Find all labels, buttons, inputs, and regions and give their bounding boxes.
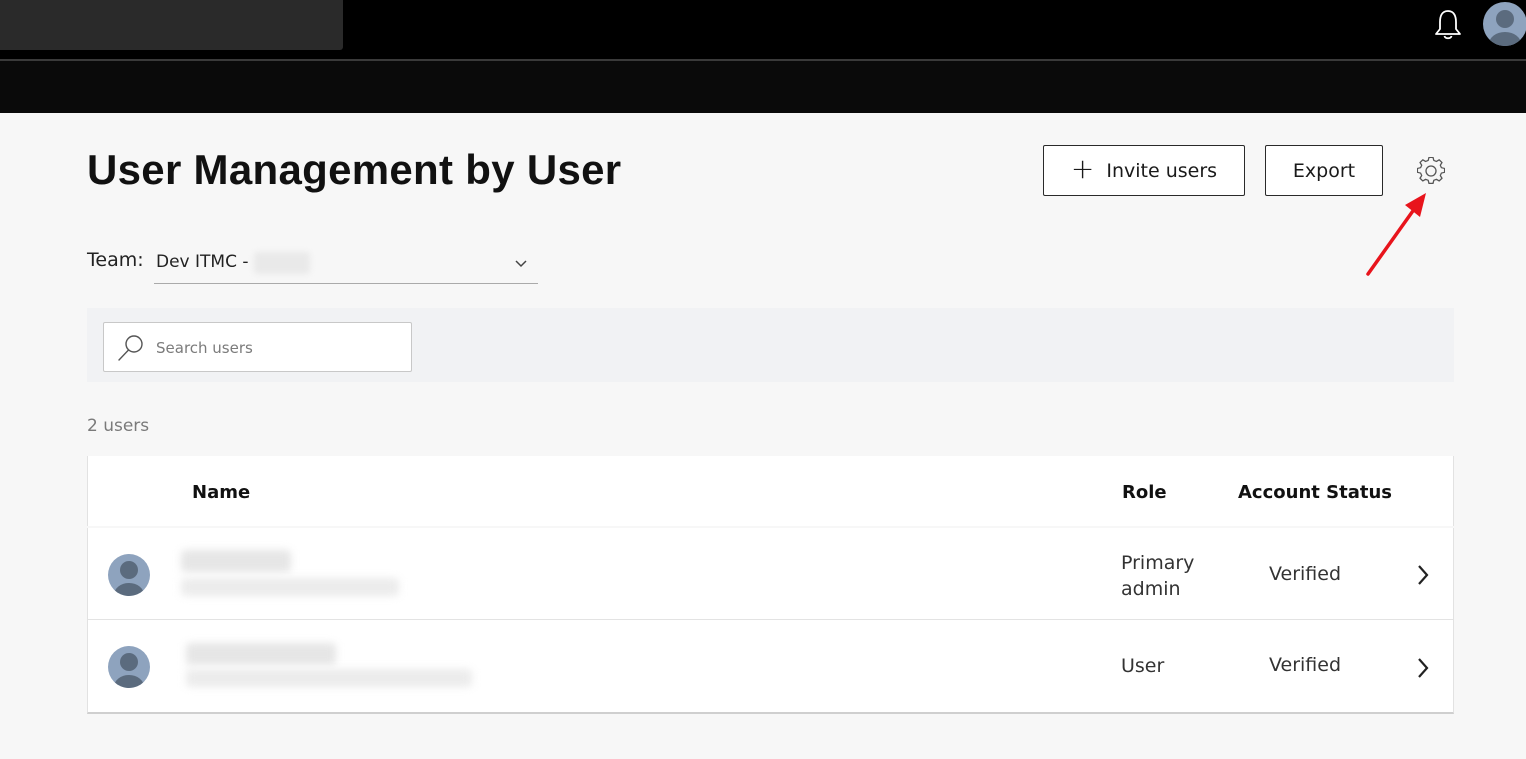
team-dropdown[interactable]: Dev ITMC - (154, 246, 538, 284)
status-cell: Verified (1269, 654, 1342, 676)
team-label: Team: (87, 249, 144, 271)
bell-icon[interactable] (1432, 8, 1464, 42)
table-row[interactable]: User Verified (88, 621, 1453, 713)
avatar (108, 646, 150, 688)
export-button[interactable]: Export (1265, 145, 1383, 196)
chevron-right-icon[interactable] (1414, 656, 1432, 680)
redacted-user-name (186, 643, 336, 665)
chevron-down-icon (515, 260, 527, 268)
user-avatar[interactable] (1483, 2, 1526, 46)
user-count: 2 users (87, 416, 150, 436)
redacted-team-name (254, 252, 310, 274)
search-field[interactable] (103, 322, 412, 372)
redacted-user-email (186, 669, 472, 687)
column-header-role[interactable]: Role (1122, 482, 1167, 503)
team-dropdown-value: Dev ITMC - (156, 252, 249, 272)
status-cell: Verified (1269, 563, 1342, 585)
redacted-app-header-area (0, 0, 343, 50)
role-cell: Primary admin (1121, 552, 1195, 600)
role-cell: User (1121, 655, 1165, 677)
export-label: Export (1292, 159, 1356, 182)
redacted-user-name (181, 550, 291, 572)
gear-icon[interactable] (1417, 157, 1445, 185)
users-table: Name Role Account Status Primary admin V… (87, 456, 1454, 714)
avatar (108, 554, 150, 596)
table-row[interactable]: Primary admin Verified (88, 528, 1453, 620)
invite-users-button[interactable]: + Invite users (1043, 145, 1245, 196)
invite-users-label: Invite users (1106, 159, 1218, 182)
secondary-navigation-bar (0, 61, 1526, 113)
redacted-user-email (181, 578, 399, 596)
column-header-name[interactable]: Name (192, 482, 250, 503)
column-header-account-status[interactable]: Account Status (1238, 482, 1392, 503)
top-navigation-bar (0, 0, 1526, 59)
annotation-arrow (1366, 193, 1426, 276)
plus-icon: + (1070, 152, 1095, 185)
page-title: User Management by User (87, 146, 622, 193)
search-icon (118, 335, 143, 361)
chevron-right-icon[interactable] (1414, 563, 1432, 587)
search-input[interactable] (156, 336, 396, 360)
